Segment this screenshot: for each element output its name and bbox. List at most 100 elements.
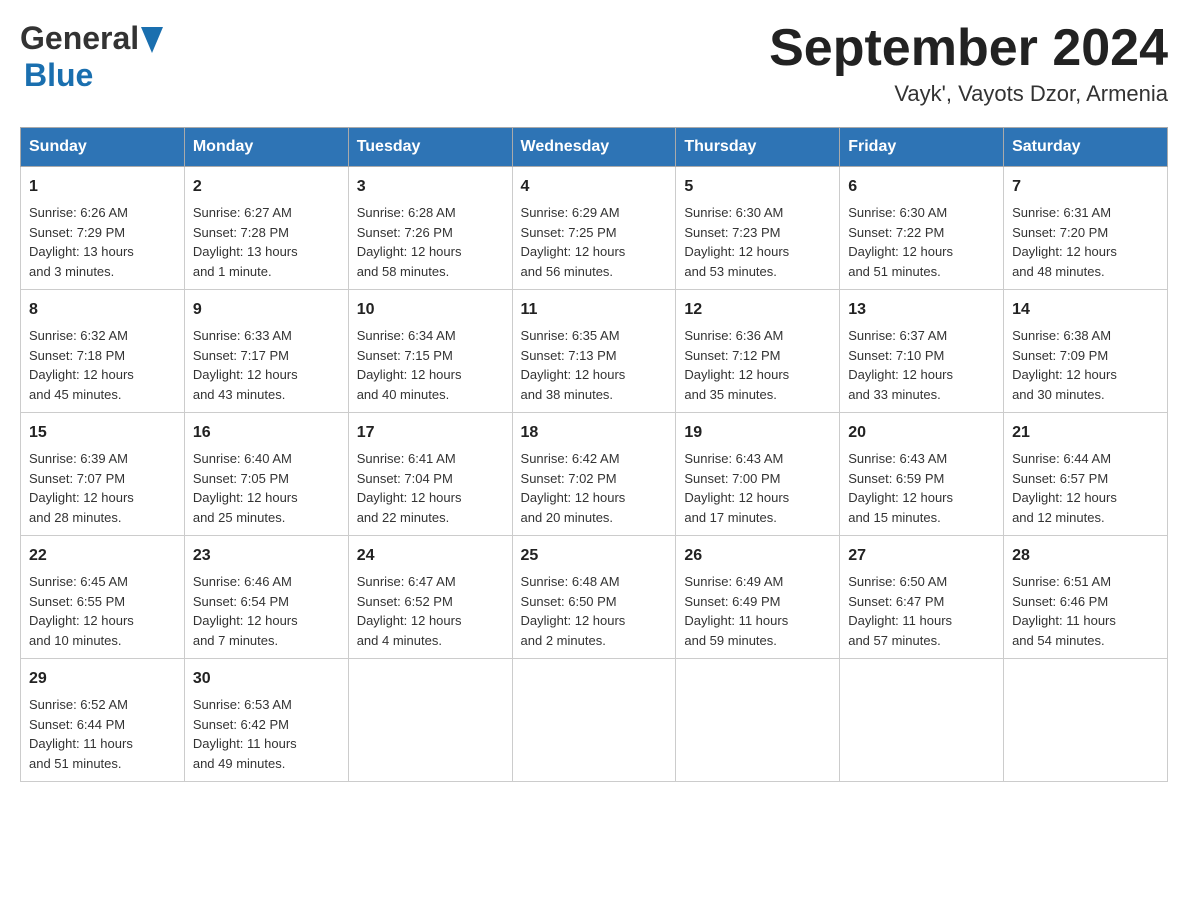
day-info: Sunrise: 6:26 AMSunset: 7:29 PMDaylight:… bbox=[29, 203, 176, 281]
table-row: 30 Sunrise: 6:53 AMSunset: 6:42 PMDayligh… bbox=[184, 659, 348, 782]
table-row: 3 Sunrise: 6:28 AMSunset: 7:26 PMDaylight… bbox=[348, 167, 512, 290]
table-row: 5Sunrise: 6:30 AMSunset: 7:23 PMDaylight… bbox=[676, 167, 840, 290]
calendar-week-row: 1 Sunrise: 6:26 AMSunset: 7:29 PMDaylight… bbox=[21, 167, 1168, 290]
table-row bbox=[512, 659, 676, 782]
table-row: 2 Sunrise: 6:27 AMSunset: 7:28 PMDaylight… bbox=[184, 167, 348, 290]
day-number: 8 bbox=[29, 298, 176, 322]
table-row: 14Sunrise: 6:38 AMSunset: 7:09 PMDayligh… bbox=[1004, 290, 1168, 413]
col-friday: Friday bbox=[840, 128, 1004, 167]
day-number: 14 bbox=[1012, 298, 1159, 322]
day-number: 2 bbox=[193, 175, 340, 199]
logo-triangle-icon bbox=[141, 27, 163, 53]
day-info: Sunrise: 6:53 AMSunset: 6:42 PMDaylight:… bbox=[193, 695, 340, 773]
table-row: 11 Sunrise: 6:35 AMSunset: 7:13 PMDayligh… bbox=[512, 290, 676, 413]
day-number: 26 bbox=[684, 544, 831, 568]
table-row: 29 Sunrise: 6:52 AMSunset: 6:44 PMDayligh… bbox=[21, 659, 185, 782]
day-number: 23 bbox=[193, 544, 340, 568]
logo: General Blue bbox=[20, 20, 163, 94]
day-number: 30 bbox=[193, 667, 340, 691]
day-number: 24 bbox=[357, 544, 504, 568]
day-info: Sunrise: 6:52 AMSunset: 6:44 PMDaylight:… bbox=[29, 695, 176, 773]
day-number: 21 bbox=[1012, 421, 1159, 445]
table-row: 16Sunrise: 6:40 AMSunset: 7:05 PMDayligh… bbox=[184, 413, 348, 536]
col-sunday: Sunday bbox=[21, 128, 185, 167]
day-info: Sunrise: 6:32 AMSunset: 7:18 PMDaylight:… bbox=[29, 326, 176, 404]
logo-blue-text: Blue bbox=[20, 57, 93, 94]
day-info: Sunrise: 6:45 AMSunset: 6:55 PMDaylight:… bbox=[29, 572, 176, 650]
calendar-week-row: 22 Sunrise: 6:45 AMSunset: 6:55 PMDayligh… bbox=[21, 536, 1168, 659]
location-title: Vayk', Vayots Dzor, Armenia bbox=[769, 81, 1168, 107]
table-row: 22 Sunrise: 6:45 AMSunset: 6:55 PMDayligh… bbox=[21, 536, 185, 659]
table-row: 10 Sunrise: 6:34 AMSunset: 7:15 PMDayligh… bbox=[348, 290, 512, 413]
page-header: General Blue September 2024 Vayk', Vayot… bbox=[20, 20, 1168, 107]
day-info: Sunrise: 6:39 AMSunset: 7:07 PMDaylight:… bbox=[29, 449, 176, 527]
day-info: Sunrise: 6:51 AMSunset: 6:46 PMDaylight:… bbox=[1012, 572, 1159, 650]
table-row: 17Sunrise: 6:41 AMSunset: 7:04 PMDayligh… bbox=[348, 413, 512, 536]
col-monday: Monday bbox=[184, 128, 348, 167]
title-block: September 2024 Vayk', Vayots Dzor, Armen… bbox=[769, 20, 1168, 107]
table-row: 8 Sunrise: 6:32 AMSunset: 7:18 PMDaylight… bbox=[21, 290, 185, 413]
day-number: 10 bbox=[357, 298, 504, 322]
day-info: Sunrise: 6:35 AMSunset: 7:13 PMDaylight:… bbox=[521, 326, 668, 404]
table-row: 4 Sunrise: 6:29 AMSunset: 7:25 PMDaylight… bbox=[512, 167, 676, 290]
day-info: Sunrise: 6:34 AMSunset: 7:15 PMDaylight:… bbox=[357, 326, 504, 404]
day-number: 29 bbox=[29, 667, 176, 691]
day-info: Sunrise: 6:31 AMSunset: 7:20 PMDaylight:… bbox=[1012, 203, 1159, 281]
table-row: 24 Sunrise: 6:47 AMSunset: 6:52 PMDayligh… bbox=[348, 536, 512, 659]
day-number: 9 bbox=[193, 298, 340, 322]
day-number: 22 bbox=[29, 544, 176, 568]
day-info: Sunrise: 6:27 AMSunset: 7:28 PMDaylight:… bbox=[193, 203, 340, 281]
col-wednesday: Wednesday bbox=[512, 128, 676, 167]
table-row bbox=[840, 659, 1004, 782]
day-info: Sunrise: 6:28 AMSunset: 7:26 PMDaylight:… bbox=[357, 203, 504, 281]
table-row: 25 Sunrise: 6:48 AMSunset: 6:50 PMDayligh… bbox=[512, 536, 676, 659]
logo-general-text: General bbox=[20, 20, 163, 57]
col-thursday: Thursday bbox=[676, 128, 840, 167]
day-number: 18 bbox=[521, 421, 668, 445]
day-number: 12 bbox=[684, 298, 831, 322]
day-number: 4 bbox=[521, 175, 668, 199]
calendar-week-row: 29 Sunrise: 6:52 AMSunset: 6:44 PMDayligh… bbox=[21, 659, 1168, 782]
day-info: Sunrise: 6:41 AMSunset: 7:04 PMDaylight:… bbox=[357, 449, 504, 527]
day-number: 1 bbox=[29, 175, 176, 199]
table-row: 28 Sunrise: 6:51 AMSunset: 6:46 PMDayligh… bbox=[1004, 536, 1168, 659]
calendar-header-row: Sunday Monday Tuesday Wednesday Thursday… bbox=[21, 128, 1168, 167]
table-row: 12 Sunrise: 6:36 AMSunset: 7:12 PMDayligh… bbox=[676, 290, 840, 413]
day-number: 25 bbox=[521, 544, 668, 568]
day-info: Sunrise: 6:48 AMSunset: 6:50 PMDaylight:… bbox=[521, 572, 668, 650]
day-info: Sunrise: 6:46 AMSunset: 6:54 PMDaylight:… bbox=[193, 572, 340, 650]
day-number: 28 bbox=[1012, 544, 1159, 568]
day-number: 15 bbox=[29, 421, 176, 445]
day-info: Sunrise: 6:43 AMSunset: 7:00 PMDaylight:… bbox=[684, 449, 831, 527]
day-number: 6 bbox=[848, 175, 995, 199]
calendar-week-row: 8 Sunrise: 6:32 AMSunset: 7:18 PMDaylight… bbox=[21, 290, 1168, 413]
table-row: 1 Sunrise: 6:26 AMSunset: 7:29 PMDaylight… bbox=[21, 167, 185, 290]
table-row: 23 Sunrise: 6:46 AMSunset: 6:54 PMDayligh… bbox=[184, 536, 348, 659]
table-row bbox=[348, 659, 512, 782]
day-number: 3 bbox=[357, 175, 504, 199]
table-row: 13Sunrise: 6:37 AMSunset: 7:10 PMDayligh… bbox=[840, 290, 1004, 413]
logo-general: General bbox=[20, 20, 139, 57]
calendar-table: Sunday Monday Tuesday Wednesday Thursday… bbox=[20, 127, 1168, 782]
day-info: Sunrise: 6:49 AMSunset: 6:49 PMDaylight:… bbox=[684, 572, 831, 650]
day-info: Sunrise: 6:50 AMSunset: 6:47 PMDaylight:… bbox=[848, 572, 995, 650]
day-info: Sunrise: 6:36 AMSunset: 7:12 PMDaylight:… bbox=[684, 326, 831, 404]
day-number: 5 bbox=[684, 175, 831, 199]
day-number: 27 bbox=[848, 544, 995, 568]
table-row: 7 Sunrise: 6:31 AMSunset: 7:20 PMDaylight… bbox=[1004, 167, 1168, 290]
day-info: Sunrise: 6:43 AMSunset: 6:59 PMDaylight:… bbox=[848, 449, 995, 527]
table-row: 15 Sunrise: 6:39 AMSunset: 7:07 PMDayligh… bbox=[21, 413, 185, 536]
month-title: September 2024 bbox=[769, 20, 1168, 77]
day-number: 7 bbox=[1012, 175, 1159, 199]
table-row: 18Sunrise: 6:42 AMSunset: 7:02 PMDayligh… bbox=[512, 413, 676, 536]
day-info: Sunrise: 6:29 AMSunset: 7:25 PMDaylight:… bbox=[521, 203, 668, 281]
table-row: 20Sunrise: 6:43 AMSunset: 6:59 PMDayligh… bbox=[840, 413, 1004, 536]
day-info: Sunrise: 6:33 AMSunset: 7:17 PMDaylight:… bbox=[193, 326, 340, 404]
table-row: 21Sunrise: 6:44 AMSunset: 6:57 PMDayligh… bbox=[1004, 413, 1168, 536]
day-info: Sunrise: 6:30 AMSunset: 7:22 PMDaylight:… bbox=[848, 203, 995, 281]
table-row: 19Sunrise: 6:43 AMSunset: 7:00 PMDayligh… bbox=[676, 413, 840, 536]
day-info: Sunrise: 6:47 AMSunset: 6:52 PMDaylight:… bbox=[357, 572, 504, 650]
day-number: 11 bbox=[521, 298, 668, 322]
table-row: 6 Sunrise: 6:30 AMSunset: 7:22 PMDaylight… bbox=[840, 167, 1004, 290]
col-tuesday: Tuesday bbox=[348, 128, 512, 167]
